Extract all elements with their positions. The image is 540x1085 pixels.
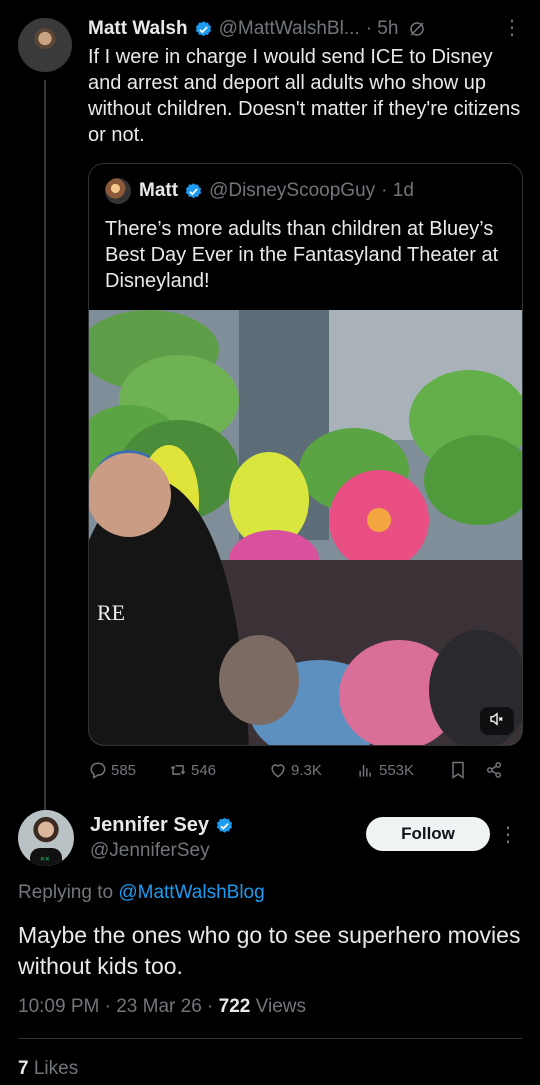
reply-views-label: Views	[255, 996, 306, 1017]
thread-connector-line	[44, 80, 46, 810]
quote-time: · 1d	[381, 180, 414, 201]
post-time[interactable]: · 5h	[366, 18, 399, 40]
grok-icon[interactable]	[408, 20, 426, 38]
views-icon	[359, 765, 371, 777]
likes-count: 7	[18, 1058, 29, 1079]
quote-author-handle: @DisneyScoopGuy	[209, 180, 376, 201]
reply-author: Jennifer Sey	[90, 814, 240, 837]
share-icon	[486, 762, 502, 778]
video-player[interactable]: RE	[89, 310, 522, 745]
more-icon[interactable]: ⋮	[498, 822, 518, 847]
replying-prefix: Replying to	[18, 882, 114, 903]
avatar[interactable]: ✕✕	[18, 810, 74, 866]
reply-button[interactable]: 585	[88, 760, 168, 780]
reply-meta: 10:09 PM · 23 Mar 26 · 722 Views	[18, 996, 306, 1017]
reply-icon	[90, 762, 106, 779]
svg-text:RE: RE	[97, 600, 125, 625]
quote-author-name: Matt	[139, 180, 179, 201]
follow-button[interactable]: Follow	[366, 817, 490, 851]
like-button[interactable]: 9.3K	[268, 760, 356, 780]
verified-icon	[194, 20, 213, 39]
reply-author-handle[interactable]: @JenniferSey	[90, 840, 210, 862]
post-header: Matt Walsh @MattWalshBl... · 5h	[88, 14, 524, 44]
replying-to-link[interactable]: @MattWalshBlog	[118, 882, 264, 903]
reply-date[interactable]: 23 Mar 26	[116, 996, 202, 1017]
reply-count: 585	[111, 761, 137, 779]
post-text: If I were in charge I would send ICE to …	[88, 46, 521, 146]
views-button[interactable]: 553K	[356, 760, 448, 780]
like-icon	[271, 764, 285, 778]
quote-header: Matt @DisneyScoopGuy · 1d	[105, 178, 414, 204]
reply-time[interactable]: 10:09 PM	[18, 996, 99, 1017]
like-count: 9.3K	[291, 761, 322, 779]
quoted-post[interactable]: Matt @DisneyScoopGuy · 1d There’s more a…	[88, 163, 523, 746]
share-button[interactable]	[484, 760, 508, 780]
bookmark-icon	[452, 761, 464, 779]
reply-text: Maybe the ones who go to see superhero m…	[18, 922, 521, 979]
avatar[interactable]	[18, 18, 72, 72]
repost-button[interactable]: 546	[168, 760, 268, 780]
video-frame: RE	[89, 310, 522, 745]
verified-icon	[215, 816, 234, 835]
repost-icon	[170, 765, 186, 775]
quote-avatar	[105, 178, 131, 204]
quote-text: There’s more adults than children at Blu…	[105, 218, 499, 292]
author-handle[interactable]: @MattWalshBl...	[219, 18, 360, 40]
bookmark-button[interactable]	[448, 760, 484, 780]
reply-author-name[interactable]: Jennifer Sey	[90, 814, 209, 837]
author-name[interactable]: Matt Walsh	[88, 18, 188, 40]
views-count: 553K	[379, 761, 415, 779]
repost-count: 546	[191, 761, 217, 779]
verified-icon	[184, 182, 203, 201]
more-icon[interactable]: ⋮	[502, 18, 522, 38]
reply-views-count: 722	[218, 996, 251, 1017]
action-bar: 585 546 9.3K 553K	[88, 758, 518, 782]
divider	[18, 1038, 522, 1039]
replying-to: Replying to @MattWalshBlog	[18, 882, 265, 904]
mute-icon	[488, 710, 506, 733]
likes-summary[interactable]: 7 Likes	[18, 1058, 78, 1080]
likes-label: Likes	[33, 1058, 79, 1079]
mute-button[interactable]	[480, 707, 514, 735]
avatar-shirt-logo: ✕✕	[40, 854, 50, 863]
